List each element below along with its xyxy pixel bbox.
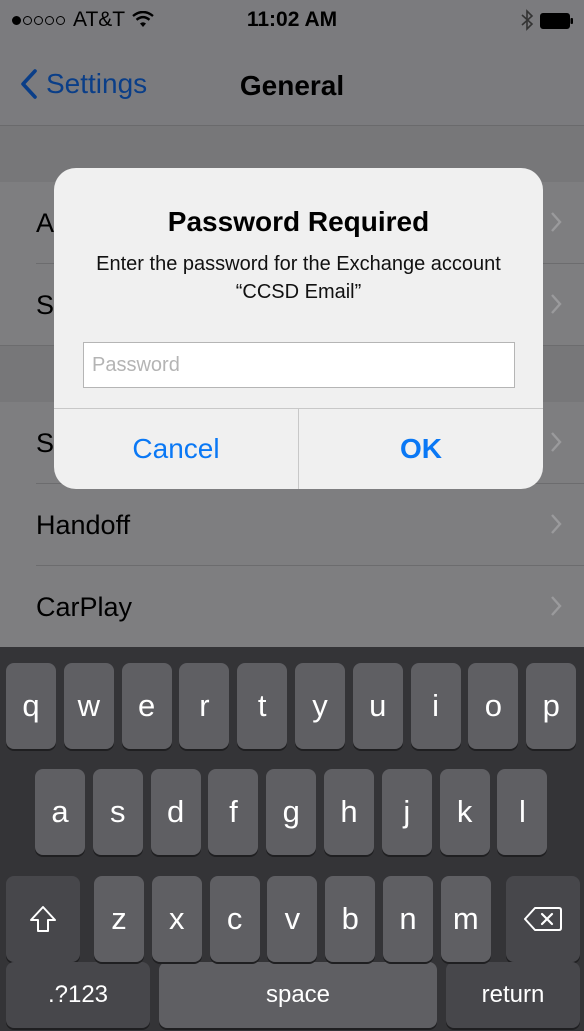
dialog-title: Password Required (167, 206, 430, 237)
settings-row-label: Handoff (36, 509, 131, 540)
delete-icon (524, 907, 562, 931)
key-u[interactable]: u (352, 663, 403, 749)
key-d[interactable]: d (150, 769, 201, 855)
chevron-right-icon (551, 294, 562, 314)
delete-key[interactable] (506, 876, 580, 962)
key-z[interactable]: z (94, 876, 144, 962)
settings-row-label: CarPlay (36, 591, 133, 622)
battery-icon (540, 13, 573, 29)
shift-icon (30, 906, 56, 932)
key-j[interactable]: j (381, 769, 432, 855)
key-w[interactable]: w (63, 663, 114, 749)
key-s[interactable]: s (92, 769, 143, 855)
chevron-right-icon (551, 596, 562, 616)
key-o[interactable]: o (468, 663, 519, 749)
chevron-right-icon (551, 514, 562, 534)
key-b[interactable]: b (325, 876, 376, 962)
navigation-bar: Settings General (0, 40, 584, 126)
key-g[interactable]: g (266, 769, 317, 855)
key-y[interactable]: y (295, 663, 345, 749)
key-e[interactable]: e (121, 663, 172, 749)
key-i[interactable]: i (410, 663, 461, 749)
key-n[interactable]: n (383, 876, 433, 962)
chevron-right-icon (551, 432, 562, 452)
key-h[interactable]: h (324, 769, 374, 855)
bluetooth-icon (521, 9, 534, 31)
dialog-button-bar: Cancel OK (54, 408, 543, 489)
key-l[interactable]: l (497, 769, 548, 855)
status-time: 11:02 AM (246, 8, 338, 31)
key-k[interactable]: k (439, 769, 490, 855)
password-input[interactable] (83, 342, 515, 388)
return-key[interactable]: return (446, 962, 580, 1028)
chevron-right-icon (551, 212, 562, 232)
key-m[interactable]: m (440, 876, 491, 962)
shift-key[interactable] (6, 876, 80, 962)
key-t[interactable]: t (237, 663, 288, 749)
key-q[interactable]: q (6, 663, 56, 749)
status-bar: AT&T 11:02 AM (0, 0, 584, 40)
ok-button[interactable]: OK (299, 409, 543, 489)
settings-row-carplay[interactable]: CarPlay (0, 566, 584, 648)
key-a[interactable]: a (35, 769, 85, 855)
key-f[interactable]: f (208, 769, 259, 855)
cancel-button[interactable]: Cancel (54, 409, 299, 489)
space-key[interactable]: space (159, 962, 437, 1028)
key-c[interactable]: c (209, 876, 260, 962)
key-x[interactable]: x (151, 876, 202, 962)
keyboard: .?123 space return qwertyuiop asdfghjkl zx… (0, 647, 584, 1031)
key-p[interactable]: p (526, 663, 577, 749)
settings-row-label: S (36, 427, 55, 458)
key-v[interactable]: v (267, 876, 318, 962)
password-dialog: Password Required Enter the password for… (54, 168, 543, 489)
settings-row-label: S (36, 289, 55, 320)
key-r[interactable]: r (179, 663, 230, 749)
settings-row-label: A (36, 207, 55, 238)
settings-row-handoff[interactable]: Handoff (0, 484, 584, 566)
numbers-key[interactable]: .?123 (6, 962, 150, 1028)
dialog-message: Enter the password for the Exchange acco… (96, 253, 501, 303)
page-title: General (239, 70, 345, 101)
